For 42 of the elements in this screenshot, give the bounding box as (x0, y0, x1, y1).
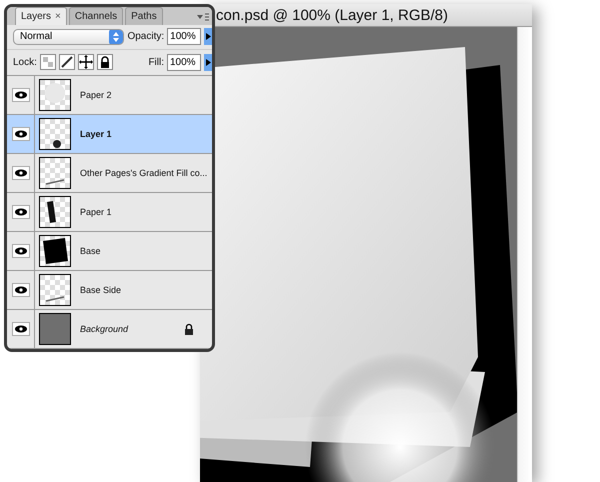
eye-icon[interactable] (12, 127, 30, 141)
document-title: con.psd @ 100% (Layer 1, RGB/8) (216, 6, 448, 24)
layer-name: Paper 1 (80, 207, 113, 217)
layer-name: Layer 1 (80, 129, 113, 139)
blend-mode-dropdown[interactable]: Normal (13, 28, 124, 45)
layer-thumbnail (39, 118, 71, 150)
layer-row[interactable]: Paper 1 (7, 193, 212, 232)
layer-thumbnail (39, 196, 71, 228)
eye-icon[interactable] (12, 166, 30, 180)
panel-tab[interactable]: Layers × (15, 7, 67, 25)
opacity-field[interactable]: 100% (167, 28, 201, 46)
layer-name: Background (80, 324, 130, 334)
lock-label: Lock: (13, 56, 37, 68)
fill-label: Fill: (148, 56, 164, 68)
lock-icon[interactable] (96, 54, 113, 70)
panel-tab[interactable]: Paths (125, 7, 163, 25)
layer-name: Base Side (80, 285, 122, 295)
eye-icon[interactable] (12, 88, 30, 102)
fill-field[interactable]: 100% (167, 54, 201, 71)
panel-tab[interactable]: Channels (68, 7, 124, 25)
move-icon[interactable] (78, 54, 94, 70)
panel-menu-icon[interactable] (197, 12, 209, 22)
stepper-icon (109, 30, 124, 44)
opacity-label: Opacity: (127, 31, 164, 42)
layer-row[interactable]: Base (7, 232, 212, 271)
eye-icon[interactable] (12, 205, 30, 219)
eye-icon[interactable] (12, 244, 30, 258)
layer-row[interactable]: Base Side (7, 271, 212, 310)
layer-row[interactable]: Background (7, 310, 212, 349)
eye-icon[interactable] (12, 322, 30, 336)
layer-thumbnail (39, 274, 71, 306)
eye-icon[interactable] (12, 283, 30, 297)
layer-row[interactable]: Other Pages's Gradient Fill co... (7, 154, 212, 193)
layer-thumbnail (39, 235, 71, 267)
layer-thumbnail (39, 79, 71, 111)
layer-name: Other Pages's Gradient Fill co... (80, 168, 208, 178)
layer-thumbnail (39, 313, 71, 345)
layer-name: Paper 2 (80, 90, 113, 100)
layer-row[interactable]: Layer 1 (7, 115, 212, 154)
layer-name: Base (80, 246, 102, 256)
layer-thumbnail (39, 157, 71, 189)
close-icon[interactable]: × (55, 11, 61, 22)
